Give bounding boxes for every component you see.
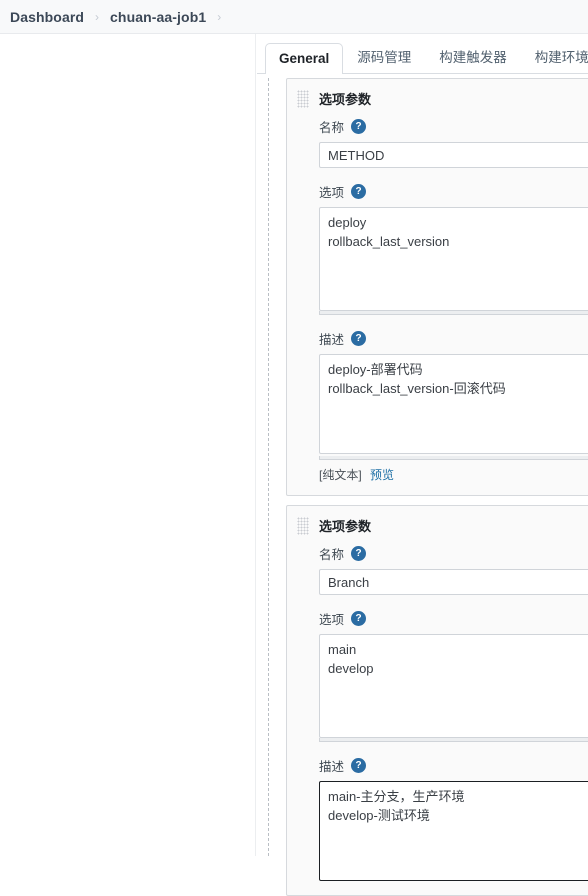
parameter-name-input[interactable] <box>319 142 588 168</box>
breadcrumb-separator-icon: › <box>95 9 100 24</box>
tab-general[interactable]: General <box>265 43 344 74</box>
parameter-name-input[interactable] <box>319 569 588 595</box>
breadcrumb: Dashboard › chuan-aa-job1 › <box>0 0 588 34</box>
name-label-text: 名称 <box>319 121 345 135</box>
left-blank-column <box>0 34 256 856</box>
description-label-text: 描述 <box>319 760 345 774</box>
tab-build-environment[interactable]: 构建环境 <box>521 38 588 74</box>
choices-label-text: 选项 <box>319 613 345 627</box>
drag-handle-icon[interactable] <box>297 516 309 535</box>
tab-build-triggers[interactable]: 构建触发器 <box>425 38 521 74</box>
description-label-text: 描述 <box>319 333 345 347</box>
help-icon[interactable]: ? <box>351 331 367 346</box>
name-field-label: 名称 ? <box>319 117 588 136</box>
parameter-blocks-list: 选项参数 名称 ? 选项 ? deploy rollback_last_vers… <box>286 78 588 896</box>
job-configuration-column: General 源码管理 构建触发器 构建环境 选项参数 名称 ? METHOD… <box>257 34 588 896</box>
parameter-block-title: 选项参数 <box>319 92 372 107</box>
name-field-label: 名称 ? <box>319 544 588 563</box>
textarea-resize-grip[interactable] <box>319 456 588 460</box>
breadcrumb-item-dashboard[interactable]: Dashboard <box>10 9 84 25</box>
parameter-block: 选项参数 名称 ? 选项 ? main develop 描述 <box>286 505 588 896</box>
breadcrumb-dropdown-chevron-icon[interactable]: › <box>217 11 221 23</box>
choices-field-label: 选项 ? <box>319 182 588 201</box>
tab-source-code-management[interactable]: 源码管理 <box>343 38 425 74</box>
drag-handle-icon[interactable] <box>297 89 309 108</box>
help-icon[interactable]: ? <box>351 119 367 134</box>
page-body: General 源码管理 构建触发器 构建环境 选项参数 名称 ? METHOD… <box>0 34 588 896</box>
parameter-description-textarea[interactable]: deploy-部署代码 rollback_last_version-回滚代码 <box>319 354 588 454</box>
textarea-resize-grip[interactable] <box>319 738 588 742</box>
repeatable-container-rail <box>268 78 269 856</box>
parameter-description-textarea[interactable]: main-主分支，生产环境 develop-测试环境 <box>319 781 588 881</box>
config-tab-bar: General 源码管理 构建触发器 构建环境 <box>257 34 588 74</box>
parameter-fields: 名称 ? 选项 ? main develop 描述 ? main-主分支，生产环… <box>297 544 588 881</box>
markup-formatter-row: [纯文本] 预览 <box>319 466 588 483</box>
textarea-resize-grip[interactable] <box>319 311 588 315</box>
help-icon[interactable]: ? <box>351 611 367 626</box>
parameter-fields: 名称 ? 选项 ? deploy rollback_last_version 描… <box>297 117 588 483</box>
help-icon[interactable]: ? <box>351 546 367 561</box>
markup-type-label: [纯文本] <box>319 468 362 482</box>
help-icon[interactable]: ? <box>351 184 367 199</box>
parameter-block-title: 选项参数 <box>319 519 372 534</box>
choices-label-text: 选项 <box>319 186 345 200</box>
name-label-text: 名称 <box>319 548 345 562</box>
parameter-block-header: 选项参数 <box>297 516 588 535</box>
preview-link[interactable]: 预览 <box>370 468 394 482</box>
description-field-label: 描述 ? <box>319 756 588 775</box>
parameter-choices-textarea[interactable]: deploy rollback_last_version <box>319 207 588 311</box>
help-icon[interactable]: ? <box>351 758 367 773</box>
parameter-block-header: 选项参数 <box>297 89 588 108</box>
breadcrumb-item-job[interactable]: chuan-aa-job1 <box>110 9 206 25</box>
description-field-label: 描述 ? <box>319 329 588 348</box>
parameter-choices-textarea[interactable]: main develop <box>319 634 588 738</box>
choices-field-label: 选项 ? <box>319 609 588 628</box>
parameter-block: 选项参数 名称 ? 选项 ? deploy rollback_last_vers… <box>286 78 588 496</box>
